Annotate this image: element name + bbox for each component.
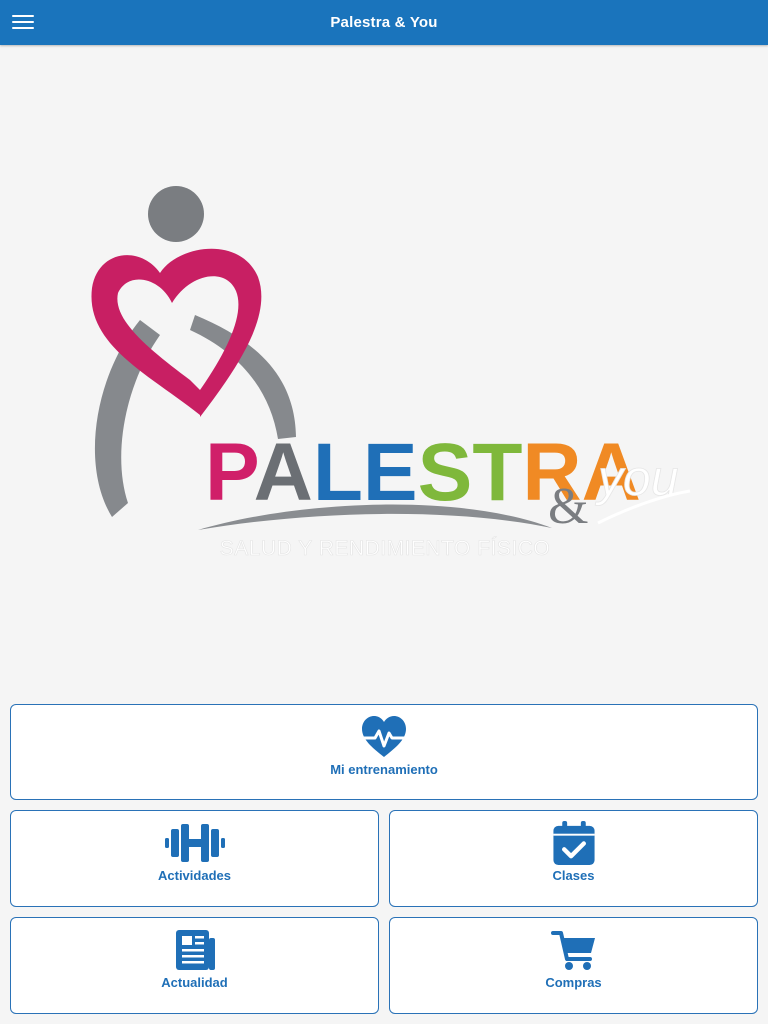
logo-tagline: SALUD Y RENDIMIENTO FÍSICO (220, 537, 550, 560)
mi-entrenamiento-button[interactable]: Mi entrenamiento (10, 704, 758, 800)
clases-label: Clases (552, 868, 595, 883)
logo-letter: P (205, 427, 257, 518)
app-header: Palestra & You (0, 0, 768, 45)
palestra-logo: PALESTRA & you SALUD Y RENDIMIENTO FÍSIC… (91, 186, 691, 560)
actividades-button[interactable]: Actividades (10, 810, 379, 907)
logo-letter: L (313, 427, 363, 518)
compras-label: Compras (545, 975, 602, 990)
logo-letter: S (418, 427, 473, 518)
newspaper-icon (175, 930, 215, 970)
page-title: Palestra & You (330, 14, 438, 31)
actualidad-label: Actualidad (161, 975, 228, 990)
logo-head-shape (148, 186, 204, 242)
dumbbell-icon (164, 824, 225, 862)
logo-ampersand: & (548, 478, 588, 535)
logo-area: PALESTRA & you SALUD Y RENDIMIENTO FÍSIC… (0, 45, 768, 695)
logo-letter: E (363, 427, 418, 518)
actualidad-button[interactable]: Actualidad (10, 917, 379, 1014)
logo-letter: A (254, 427, 313, 518)
actividades-label: Actividades (158, 868, 231, 883)
shopping-cart-icon (550, 931, 595, 970)
compras-button[interactable]: Compras (389, 917, 758, 1014)
mi-entrenamiento-label: Mi entrenamiento (330, 762, 438, 777)
calendar-check-icon (552, 820, 595, 866)
logo-letter: T (472, 427, 522, 518)
heartbeat-icon (362, 716, 406, 757)
clases-button[interactable]: Clases (389, 810, 758, 907)
